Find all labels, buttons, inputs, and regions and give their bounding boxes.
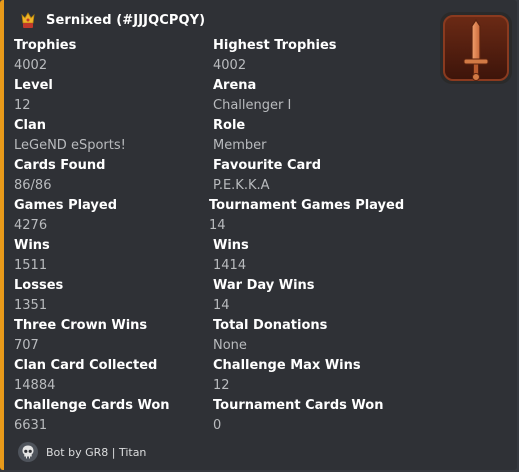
- field-name: Cards Found: [14, 158, 106, 173]
- field-tournament-games-played: Tournament Games Played 14: [209, 198, 404, 234]
- field-name: Losses: [14, 278, 64, 293]
- field-clan-card-collected: Clan Card Collected 14884: [14, 358, 157, 394]
- field-tournament-cards-won: Tournament Cards Won 0: [213, 398, 383, 434]
- skull-icon: [18, 442, 38, 462]
- field-value: 12: [213, 378, 230, 393]
- field-war-wins: Wins 1414: [213, 238, 249, 274]
- field-value: 1414: [213, 258, 247, 273]
- field-name: Wins: [14, 238, 50, 253]
- field-name: Challenge Cards Won: [14, 398, 170, 413]
- field-games-played: Games Played 4276: [14, 198, 117, 234]
- field-name: Role: [213, 118, 246, 133]
- field-name: Tournament Cards Won: [213, 398, 384, 413]
- field-three-crown-wins: Three Crown Wins 707: [14, 318, 147, 354]
- field-trophies: Trophies 4002: [14, 38, 76, 74]
- field-value: 4002: [213, 58, 247, 73]
- field-role: Role Member: [213, 118, 266, 154]
- field-name: Games Played: [14, 198, 118, 213]
- field-challenge-cards-won: Challenge Cards Won 6631: [14, 398, 170, 434]
- author-name[interactable]: Sernixed (#JJJQCPQY): [46, 13, 205, 28]
- field-arena: Arena Challenger I: [213, 78, 291, 114]
- field-value: P.E.K.K.A: [213, 178, 270, 193]
- field-highest-trophies: Highest Trophies 4002: [213, 38, 337, 74]
- field-name: Trophies: [14, 38, 77, 53]
- field-name: Favourite Card: [213, 158, 322, 173]
- field-name: Wins: [213, 238, 249, 253]
- embed-card: Sernixed (#JJJQCPQY) Trophies 4002 Highe…: [0, 0, 517, 470]
- field-value: 1511: [14, 258, 48, 273]
- field-value: Challenger I: [213, 98, 292, 113]
- field-name: Highest Trophies: [213, 38, 337, 53]
- field-name: War Day Wins: [213, 278, 315, 293]
- embed-author: Sernixed (#JJJQCPQY): [18, 10, 205, 30]
- field-cards-found: Cards Found 86/86: [14, 158, 105, 194]
- field-level: Level 12: [14, 78, 53, 114]
- field-value: 4276: [14, 218, 48, 233]
- field-name: Level: [14, 78, 53, 93]
- clash-royale-king-icon: [18, 10, 38, 30]
- field-value: 4002: [14, 58, 48, 73]
- field-value: 707: [14, 338, 39, 353]
- field-war-day-wins: War Day Wins 14: [213, 278, 315, 314]
- field-name: Challenge Max Wins: [213, 358, 361, 373]
- embed-footer: Bot by GR8 | Titan: [18, 442, 146, 462]
- field-value: 6631: [14, 418, 48, 433]
- field-name: Tournament Games Played: [209, 198, 405, 213]
- field-losses: Losses 1351: [14, 278, 63, 314]
- sword-badge-icon: [436, 8, 516, 88]
- field-name: Clan: [14, 118, 47, 133]
- field-name: Clan Card Collected: [14, 358, 158, 373]
- field-value: 14: [213, 298, 230, 313]
- field-value: 1351: [14, 298, 48, 313]
- field-value: None: [213, 338, 247, 353]
- field-name: Total Donations: [213, 318, 328, 333]
- field-challenge-max-wins: Challenge Max Wins 12: [213, 358, 361, 394]
- footer-text: Bot by GR8 | Titan: [46, 445, 147, 459]
- field-value: 14: [209, 218, 226, 233]
- field-clan: Clan LeGeND eSports!: [14, 118, 126, 154]
- field-value: 86/86: [14, 178, 52, 193]
- field-total-donations: Total Donations None: [213, 318, 327, 354]
- field-value: LeGeND eSports!: [14, 138, 126, 153]
- field-wins: Wins 1511: [14, 238, 50, 274]
- field-favourite-card: Favourite Card P.E.K.K.A: [213, 158, 321, 194]
- field-value: Member: [213, 138, 267, 153]
- field-value: 0: [213, 418, 222, 433]
- field-name: Arena: [213, 78, 257, 93]
- field-name: Three Crown Wins: [14, 318, 148, 333]
- field-value: 12: [14, 98, 31, 113]
- field-value: 14884: [14, 378, 56, 393]
